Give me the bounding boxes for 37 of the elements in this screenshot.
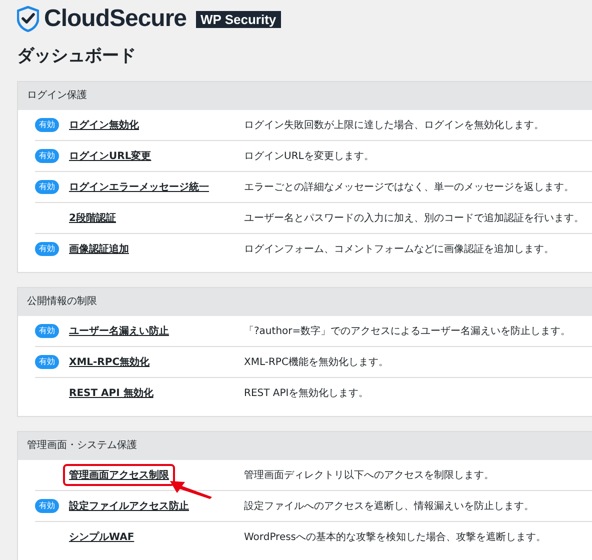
status-badge: 有効 [35,242,59,256]
feature-link[interactable]: ログインURL変更 [69,147,152,165]
feature-link[interactable]: REST API 無効化 [69,384,154,402]
feature-link[interactable]: ログインエラーメッセージ統一 [69,178,209,196]
feature-description: 設定ファイルへのアクセスを遮断し、情報漏えいを防止します。 [244,500,534,513]
feature-description: ログインフォーム、コメントフォームなどに画像認証を追加します。 [244,242,554,256]
status-badge: 有効 [35,180,59,194]
feature-description: WordPressへの基本的な攻撃を検知した場合、攻撃を遮断します。 [244,530,546,544]
feature-link[interactable]: 管理画面アクセス制限 [63,464,175,486]
section-header: 管理画面・システム保護 [18,432,592,460]
section-header: 公開情報の制限 [18,288,592,316]
feature-description: ユーザー名とパスワードの入力に加え、別のコードで追加認証を行います。 [244,212,584,225]
feature-description: XML-RPC機能を無効化します。 [244,356,388,369]
feature-link[interactable]: ログイン無効化 [69,116,139,134]
feature-description: REST APIを無効化します。 [244,386,369,400]
feature-link[interactable]: シンプルWAF [69,528,134,546]
feature-link[interactable]: ユーザー名漏えい防止 [69,322,169,340]
feature-link[interactable]: 設定ファイルアクセス防止 [69,497,189,515]
feature-link[interactable]: XML-RPC無効化 [69,353,150,371]
brand-tag: WP Security [196,10,282,28]
annotation-arrow [169,478,213,500]
feature-description: ログインURLを変更します。 [244,150,374,163]
status-badge: 有効 [35,324,59,338]
status-badge: 有効 [35,118,59,132]
feature-link[interactable]: 2段階認証 [69,209,116,227]
section-header: ログイン保護 [18,82,592,110]
shield-check-icon [17,6,39,32]
feature-description: ログイン失敗回数が上限に達した場合、ログインを無効化します。 [244,118,544,132]
page-title: ダッシュボード [17,45,137,67]
feature-description: 管理画面ディレクトリ以下へのアクセスを制限します。 [244,468,494,482]
feature-link[interactable]: 画像認証追加 [69,240,129,258]
status-badge: 有効 [35,355,59,369]
status-badge: 有効 [35,499,59,513]
brand-name: CloudSecure [44,5,187,33]
status-badge: 有効 [35,149,59,163]
feature-description: エラーごとの詳細なメッセージではなく、単一のメッセージを返します。 [244,180,574,194]
feature-description: 「?author=数字」でのアクセスによるユーザー名漏えいを防止します。 [244,324,571,338]
